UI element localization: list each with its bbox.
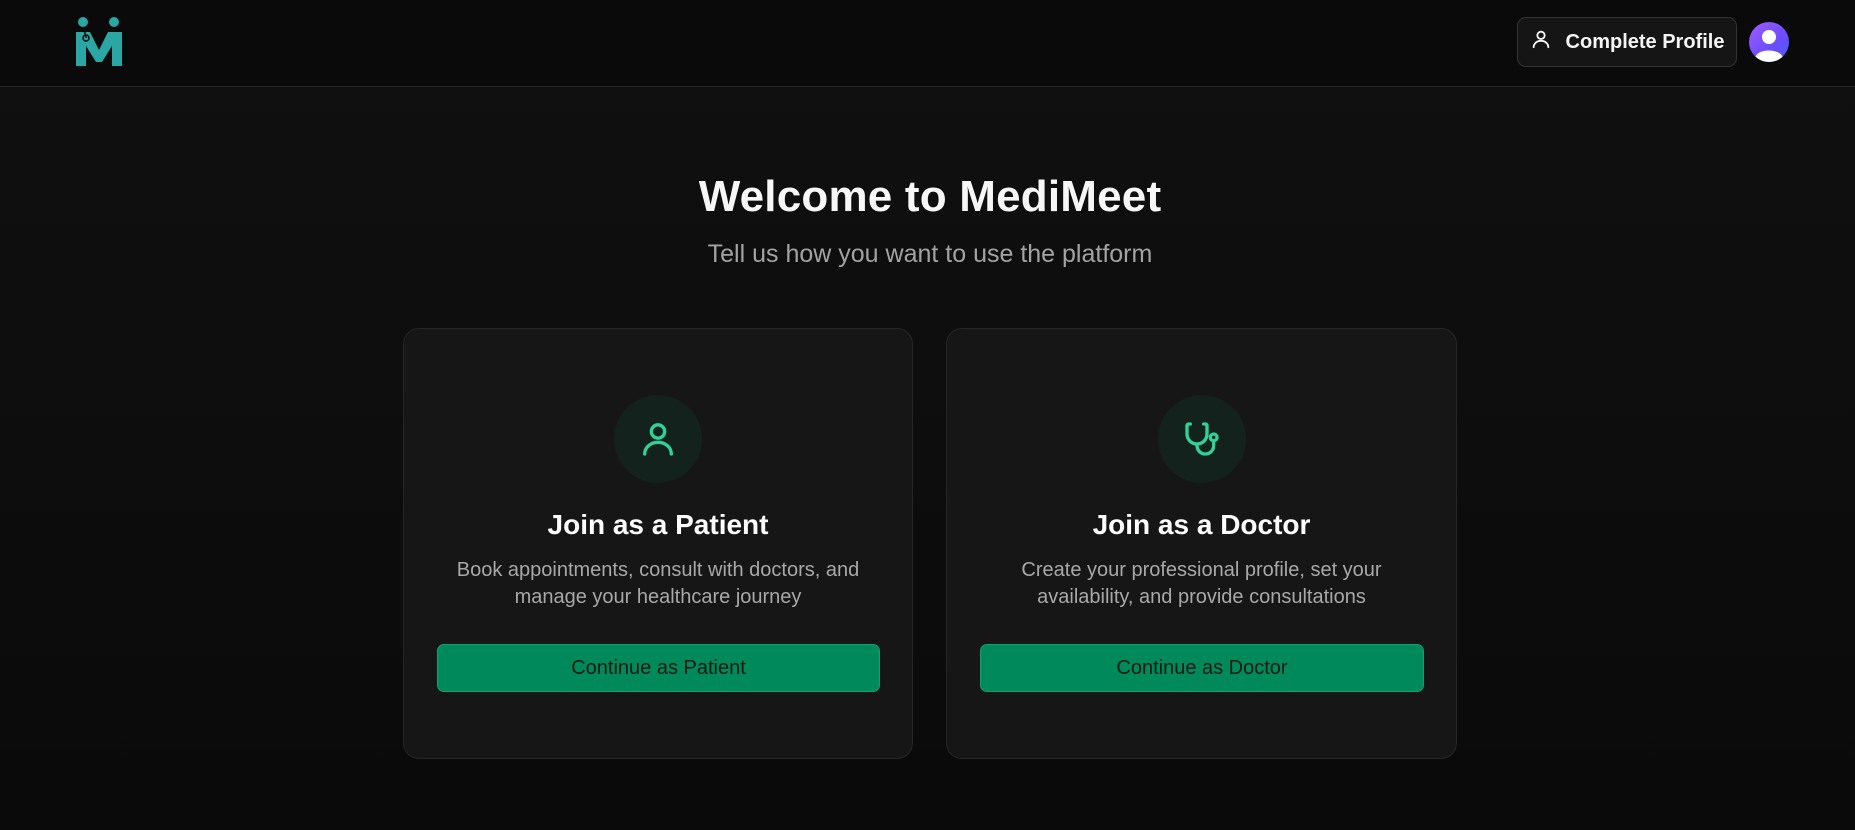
complete-profile-label: Complete Profile xyxy=(1565,30,1725,53)
doctor-card-title: Join as a Doctor xyxy=(1092,509,1311,540)
doctor-card-description: Create your professional profile, set yo… xyxy=(1021,559,1382,608)
patient-card-title: Join as a Patient xyxy=(547,509,769,540)
patient-card-description: Book appointments, consult with doctors,… xyxy=(456,559,860,608)
user-avatar-icon[interactable] xyxy=(1749,22,1789,62)
patient-role-card[interactable]: Join as a Patient Book appointments, con… xyxy=(403,328,913,759)
medimeet-logo-icon[interactable] xyxy=(74,16,124,68)
page-subtitle: Tell us how you want to use the platform xyxy=(707,240,1153,268)
complete-profile-button[interactable]: Complete Profile xyxy=(1517,17,1737,67)
top-nav: Complete Profile xyxy=(0,0,1855,87)
user-icon xyxy=(1530,28,1552,56)
continue-as-doctor-button[interactable]: Continue as Doctor xyxy=(980,644,1424,692)
user-icon xyxy=(614,395,702,483)
stethoscope-icon xyxy=(1157,395,1246,483)
continue-as-patient-button[interactable]: Continue as Patient xyxy=(437,644,880,692)
page-title: Welcome to MediMeet xyxy=(698,172,1162,221)
doctor-role-card[interactable]: Join as a Doctor Create your professiona… xyxy=(946,328,1457,759)
